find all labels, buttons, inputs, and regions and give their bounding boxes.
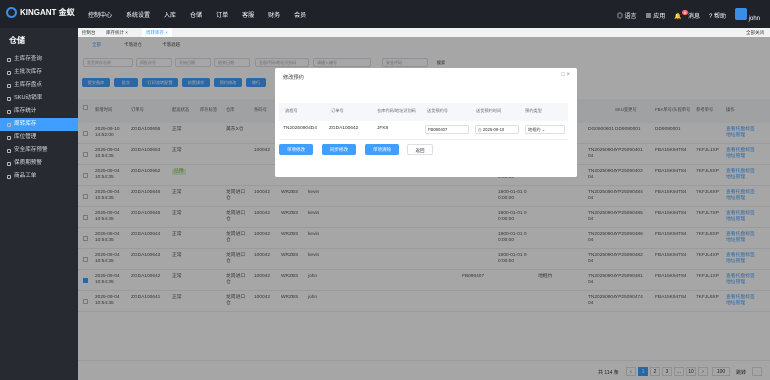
notifications-button[interactable]: 🔔8消息: [674, 9, 700, 20]
logo-icon: [6, 7, 17, 18]
grid-icon: [7, 96, 11, 101]
menu-storage[interactable]: 仓储: [190, 10, 202, 19]
sidebar-title: 仓储: [9, 36, 25, 45]
menu-customer-service[interactable]: 客服: [242, 10, 254, 19]
sidebar-item-label: 库位管理: [14, 134, 37, 140]
sidebar-item-safety-stock[interactable]: 安全库存预警: [0, 144, 78, 157]
sync-edit-button[interactable]: 同步修改: [322, 144, 356, 155]
apps-label: 应用: [653, 13, 666, 20]
date-value: 2025-09-10: [482, 127, 505, 132]
warehouse-code: JFK8: [377, 126, 389, 131]
sidebar-item-turnover-stock[interactable]: 周转库存: [0, 118, 78, 131]
sidebar-item-shelf-life[interactable]: 保质期预警: [0, 157, 78, 170]
apps-button[interactable]: ▦ 应用: [646, 11, 666, 20]
username: john: [748, 16, 760, 22]
tab-console[interactable]: 控制台: [78, 28, 100, 37]
menu-finance[interactable]: 财务: [268, 10, 280, 19]
sidebar-item-label: 主批次库存: [14, 69, 42, 75]
sidebar-item-stock-count[interactable]: 主库存盘点: [0, 79, 78, 92]
close-all-tabs[interactable]: 全部关闭: [746, 28, 764, 37]
menu-members[interactable]: 会员: [294, 10, 306, 19]
grid-icon: [7, 57, 11, 62]
main-menu: 控制中心 系统设置 入库 仓储 订单 客服 财务 会员: [88, 10, 306, 19]
grid-icon: [7, 83, 11, 88]
brand-logo[interactable]: KINGANT 金蚁: [6, 7, 75, 18]
column-header: 流程号: [285, 108, 298, 113]
sidebar-item-label: 保质期预警: [14, 160, 42, 166]
menu-inbound[interactable]: 入库: [164, 10, 176, 19]
close-icon[interactable]: □ ×: [561, 72, 570, 78]
menu-system-settings[interactable]: 系统设置: [126, 10, 150, 19]
avatar: [734, 8, 747, 20]
tab-label: 库存统计: [106, 30, 124, 35]
flow-number: TN20250904D4: [283, 126, 317, 131]
top-right-actions: ◎ 语言 ▦ 应用 🔔8消息 ? 帮助 john: [617, 8, 760, 22]
modal-title: 修改预约: [283, 75, 304, 81]
back-button[interactable]: 返回: [407, 144, 433, 155]
appointment-date-input[interactable]: ◷ 2025-09-10: [475, 125, 519, 134]
single-edit-button[interactable]: 单项修改: [279, 144, 313, 155]
sidebar-item-label: 安全库存预警: [14, 147, 48, 153]
type-value: 地框约: [528, 127, 541, 132]
user-menu[interactable]: john: [734, 8, 760, 22]
grid-icon: [7, 70, 11, 75]
appointment-type-select[interactable]: 地框约 ⌄: [525, 125, 565, 134]
order-number: ZGDA100642: [329, 126, 359, 131]
single-clear-button[interactable]: 单项清除: [365, 144, 399, 155]
top-navigation-bar: KINGANT 金蚁 控制中心 系统设置 入库 仓储 订单 客服 财务 会员 ◎…: [0, 0, 770, 28]
column-header: 送货预约时间: [476, 108, 502, 113]
help-button[interactable]: ? 帮助: [709, 11, 726, 20]
sidebar-item-label: 商品工单: [14, 173, 37, 179]
modal-table-header: 流程号 订单号 仓库代码/地址识别码 送货预约号 送货预约时间 预约类型: [279, 103, 568, 121]
sidebar-item-label: 主库存盘点: [14, 82, 42, 88]
modal-table-row: TN20250904D4 ZGDA100642 JFK8 FB090407 ◷ …: [279, 121, 568, 140]
appointment-number-input[interactable]: FB090407: [425, 125, 469, 134]
sidebar-item-sku-rate[interactable]: SKU动销率: [0, 92, 78, 105]
sidebar: 仓储 主库存查询 主批次库存 主库存盘点 SKU动销率 库存统计 周转库存 库位…: [0, 28, 78, 380]
help-label: 帮助: [713, 13, 726, 20]
tab-stock-stats[interactable]: 库存统计 ×: [102, 28, 132, 37]
tab-turnover-stock[interactable]: 周转库存 ×: [142, 28, 172, 37]
sidebar-item-label: 主库存查询: [14, 56, 42, 62]
sidebar-item-label: SKU动销率: [14, 95, 43, 101]
tab-label: 周转库存: [146, 30, 164, 35]
sidebar-item-label: 库存统计: [14, 108, 37, 114]
column-header: 仓库代码/地址识别码: [377, 108, 416, 113]
column-header: 订单号: [331, 108, 344, 113]
page-tabs: 控制台 库存统计 × 周转库存 × 全部关闭: [78, 28, 770, 37]
notification-badge: 8: [681, 9, 688, 15]
grid-icon: [7, 148, 11, 153]
language-label: 语言: [624, 13, 637, 20]
grid-icon: [7, 122, 11, 127]
grid-icon: [7, 135, 11, 140]
grid-icon: [7, 161, 11, 166]
sidebar-item-batch-stock[interactable]: 主批次库存: [0, 66, 78, 79]
brand-name: KINGANT 金蚁: [20, 8, 75, 17]
menu-control-center[interactable]: 控制中心: [88, 10, 112, 19]
sidebar-item-main-stock[interactable]: 主库存查询: [0, 53, 78, 66]
edit-appointment-modal: 修改预约 □ × 流程号 订单号 仓库代码/地址识别码 送货预约号 送货预约时间…: [275, 68, 577, 177]
sidebar-item-work-order[interactable]: 商品工单: [0, 170, 78, 183]
language-button[interactable]: ◎ 语言: [617, 11, 637, 20]
column-header: 送货预约号: [427, 108, 448, 113]
sidebar-item-location[interactable]: 库位管理: [0, 131, 78, 144]
sidebar-item-stock-stats[interactable]: 库存统计: [0, 105, 78, 118]
menu-orders[interactable]: 订单: [216, 10, 228, 19]
column-header: 预约类型: [525, 108, 542, 113]
grid-icon: [7, 174, 11, 179]
sidebar-item-label: 周转库存: [14, 121, 37, 127]
grid-icon: [7, 109, 11, 114]
notifications-label: 消息: [687, 13, 700, 20]
